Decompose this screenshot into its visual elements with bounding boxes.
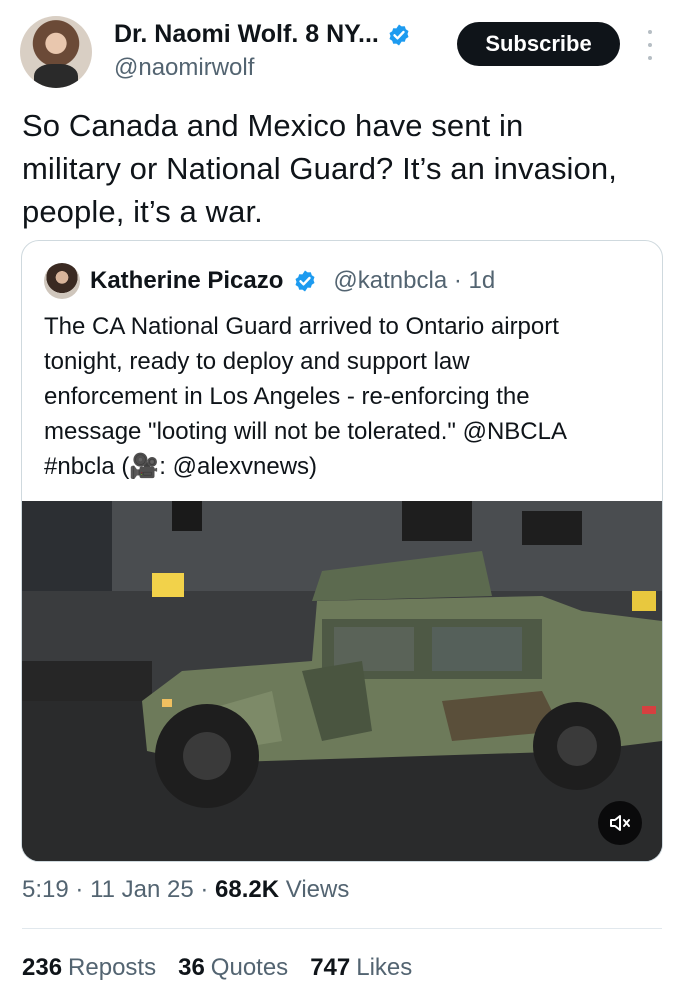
reposts-stat[interactable]: 236 Reposts xyxy=(22,954,156,982)
mute-button[interactable] xyxy=(598,801,642,845)
author-avatar[interactable] xyxy=(20,16,92,88)
tweet-text: So Canada and Mexico have sent in milita… xyxy=(22,108,617,229)
views-count: 68.2K xyxy=(215,876,280,903)
video-player[interactable] xyxy=(22,501,662,861)
divider xyxy=(22,928,662,929)
author-name[interactable]: Dr. Naomi Wolf. 8 NY... xyxy=(114,20,379,49)
quoted-header: Katherine Picazo @katnbcla · 1d xyxy=(44,263,495,299)
reposts-label: Reposts xyxy=(68,954,157,981)
tweet-time[interactable]: 5:19 xyxy=(22,876,69,903)
likes-label: Likes xyxy=(356,954,413,981)
quoted-author-name[interactable]: Katherine Picazo xyxy=(90,267,283,295)
tweet-header: Dr. Naomi Wolf. 8 NY... @naomirwolf Subs… xyxy=(20,16,660,88)
tweet-date[interactable]: 11 Jan 25 xyxy=(90,876,194,903)
more-options-icon[interactable] xyxy=(640,30,660,60)
verified-badge-icon xyxy=(389,24,409,45)
quoted-handle[interactable]: @katnbcla · 1d xyxy=(333,267,495,295)
quoted-avatar[interactable] xyxy=(44,263,80,299)
meta-separator: · xyxy=(200,876,216,903)
quoted-text: The CA National Guard arrived to Ontario… xyxy=(44,313,567,480)
reposts-count: 236 xyxy=(22,954,63,981)
tweet-meta: 5:19 · 11 Jan 25 · 68.2K Views xyxy=(22,876,349,904)
quoted-tweet[interactable]: Katherine Picazo @katnbcla · 1d The CA N… xyxy=(21,240,663,862)
likes-stat[interactable]: 747 Likes xyxy=(310,954,412,982)
subscribe-button[interactable]: Subscribe xyxy=(457,22,620,66)
verified-badge-icon xyxy=(295,270,315,292)
views-label: Views xyxy=(285,876,350,903)
likes-count: 747 xyxy=(310,954,351,981)
engagement-stats: 236 Reposts 36 Quotes 747 Likes xyxy=(22,954,412,982)
quotes-label: Quotes xyxy=(210,954,289,981)
meta-separator: · xyxy=(75,876,91,903)
quotes-stat[interactable]: 36 Quotes xyxy=(178,954,288,982)
quotes-count: 36 xyxy=(178,954,205,981)
author-name-row: Dr. Naomi Wolf. 8 NY... xyxy=(114,20,411,49)
speaker-muted-icon xyxy=(610,815,630,831)
author-handle[interactable]: @naomirwolf xyxy=(114,54,254,82)
video-frame-military-vehicle xyxy=(22,501,662,861)
